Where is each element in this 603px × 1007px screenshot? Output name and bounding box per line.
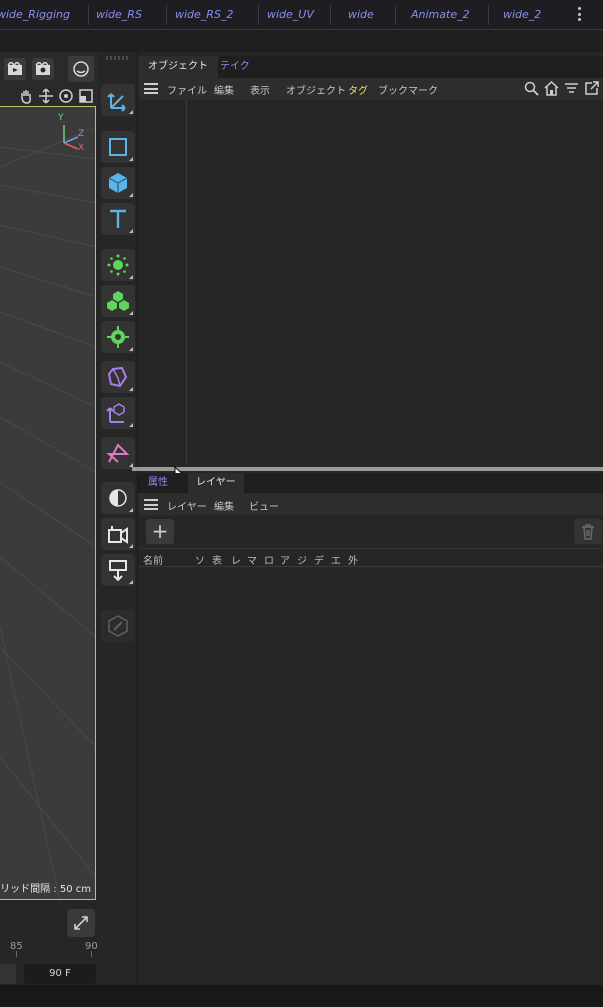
spline-icon[interactable] <box>101 437 135 469</box>
render-settings-icon[interactable] <box>32 58 54 80</box>
coordinate-icon[interactable] <box>101 397 135 429</box>
layout-tab-wide-uv[interactable]: wide_UV <box>267 8 314 21</box>
render-region-icon[interactable] <box>68 56 94 82</box>
menu-view[interactable]: 表示 <box>250 82 270 97</box>
layout-separator <box>166 5 167 25</box>
axis-gizmo-icon <box>63 125 79 150</box>
menu-object[interactable]: オブジェクト <box>286 82 346 97</box>
layout-separator <box>330 5 331 25</box>
layer-list[interactable] <box>138 568 603 985</box>
cube-outline-icon[interactable] <box>101 131 135 163</box>
menu-hamburger-icon[interactable] <box>144 83 158 94</box>
column-lock[interactable]: ロ <box>264 552 274 567</box>
palette-grip[interactable] <box>106 56 130 60</box>
tab-objects[interactable]: オブジェクト <box>138 56 218 78</box>
column-generator[interactable]: ジ <box>297 552 307 567</box>
column-expression[interactable]: エ <box>331 552 341 567</box>
column-solo[interactable]: ソ <box>195 552 205 567</box>
grid-spacing-label: グリッド間隔 : 50 cm <box>0 884 91 895</box>
move-tool-icon[interactable] <box>101 84 135 116</box>
rotate-view-icon[interactable] <box>58 88 74 104</box>
layout-separator <box>488 5 489 25</box>
menu-layer[interactable]: レイヤー <box>167 498 207 513</box>
trash-icon <box>582 523 594 540</box>
layout-separator <box>395 5 396 25</box>
panel-splitter[interactable] <box>132 467 603 471</box>
3d-viewport[interactable]: Y Z X グリッド間隔 : 50 cm <box>0 106 96 900</box>
mograph-cloner-icon[interactable] <box>101 285 135 317</box>
layout-tab-wide-2[interactable]: wide_2 <box>503 8 541 21</box>
home-icon[interactable] <box>544 80 559 96</box>
menu-edit[interactable]: 編集 <box>214 82 234 97</box>
viewport-grid <box>0 126 95 899</box>
menu-bookmark[interactable]: ブックマーク <box>378 82 438 97</box>
filter-icon[interactable] <box>564 81 579 96</box>
camera-icon[interactable] <box>101 518 135 550</box>
layout-tab-wide-rs-2[interactable]: wide_RS_2 <box>175 8 233 21</box>
object-list[interactable] <box>138 100 603 466</box>
layer-manager-menubar <box>138 493 603 515</box>
menu-file[interactable]: ファイル <box>167 82 207 97</box>
render-icon[interactable] <box>101 554 135 586</box>
layout-tab-bar: wide_Rigging wide_RS wide_RS_2 wide_UV w… <box>0 0 603 30</box>
search-icon[interactable] <box>524 81 539 96</box>
tab-attributes[interactable]: 属性 <box>140 473 176 493</box>
column-render[interactable]: レ <box>231 552 241 567</box>
timeline-expand-icon[interactable] <box>67 909 95 937</box>
menu-tag[interactable]: タグ <box>348 82 368 97</box>
render-view-icon[interactable] <box>4 58 26 80</box>
add-layer-button[interactable]: + <box>146 519 174 544</box>
layout-tab-wide[interactable]: wide <box>348 8 374 21</box>
light-icon[interactable] <box>101 482 135 514</box>
layout-separator <box>88 5 89 25</box>
column-name[interactable]: 名前 <box>143 552 163 567</box>
layout-tab-wide-rigging[interactable]: wide_Rigging <box>0 8 70 21</box>
column-xref[interactable]: 外 <box>348 552 358 567</box>
layer-column-header <box>138 548 603 567</box>
column-manager[interactable]: マ <box>247 552 257 567</box>
layout-tab-animate-2[interactable]: Animate_2 <box>411 8 470 21</box>
gear-generator-icon[interactable] <box>101 321 135 353</box>
emitter-icon[interactable] <box>101 249 135 281</box>
header-strip <box>0 30 603 52</box>
open-window-icon[interactable] <box>584 81 599 96</box>
menu-hamburger-icon[interactable] <box>144 499 158 510</box>
status-bar <box>0 985 603 1007</box>
maximize-view-icon[interactable] <box>78 88 94 104</box>
menu-edit[interactable]: 編集 <box>214 498 234 513</box>
delete-layer-button[interactable] <box>574 519 602 544</box>
deformer-icon[interactable] <box>101 361 135 393</box>
current-frame-field[interactable]: 90 F <box>24 964 96 984</box>
move-view-icon[interactable] <box>38 88 54 104</box>
menu-view[interactable]: ビュー <box>249 498 279 513</box>
axis-y-label: Y <box>58 113 64 123</box>
text-icon[interactable] <box>101 203 135 235</box>
sketch-icon[interactable] <box>101 610 135 642</box>
column-deformer[interactable]: デ <box>314 552 324 567</box>
app-window: wide_Rigging wide_RS wide_RS_2 wide_UV w… <box>0 0 603 1007</box>
frame-scrubber[interactable] <box>0 964 16 984</box>
layout-separator <box>258 5 259 25</box>
timeline-tick <box>16 951 17 957</box>
object-column-divider <box>186 100 187 466</box>
column-visible[interactable]: 表 <box>212 552 222 567</box>
tab-takes[interactable]: テイク <box>210 56 260 78</box>
cube-icon[interactable] <box>101 167 135 199</box>
layout-tab-wide-rs[interactable]: wide_RS <box>96 8 142 21</box>
more-options-icon[interactable] <box>571 5 587 23</box>
pan-hand-icon[interactable] <box>18 88 34 104</box>
tab-layers[interactable]: レイヤー <box>188 473 244 493</box>
layer-toolbar <box>138 515 603 547</box>
timeline-tick <box>91 951 92 957</box>
column-animation[interactable]: ア <box>280 552 290 567</box>
